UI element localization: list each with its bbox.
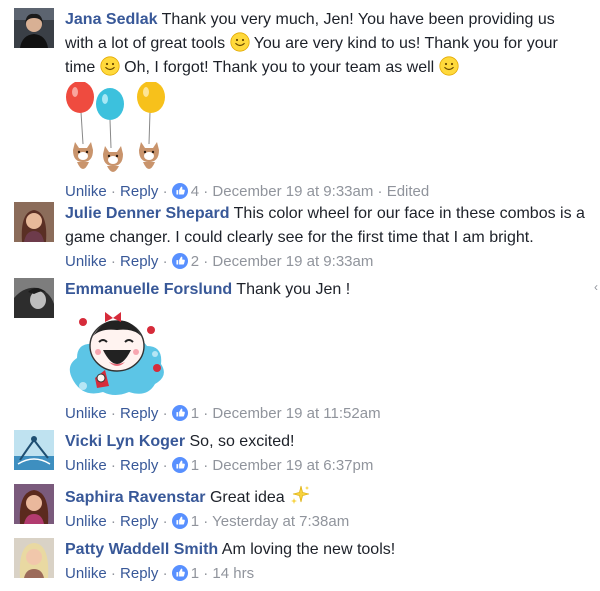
like-icon[interactable] [172, 183, 188, 199]
comment-author[interactable]: Vicki Lyn Koger [65, 433, 185, 450]
comment-author[interactable]: Emmanuelle Forslund [65, 281, 232, 298]
separator: · [162, 183, 168, 200]
timestamp[interactable]: December 19 at 9:33am [212, 183, 373, 200]
unlike-link[interactable]: Unlike [65, 253, 107, 270]
unlike-link[interactable]: Unlike [65, 183, 107, 200]
comment-author[interactable]: Julie Denner Shepard [65, 205, 230, 222]
separator: · [162, 253, 168, 270]
reply-link[interactable]: Reply [120, 183, 158, 200]
like-icon[interactable] [172, 513, 188, 529]
timestamp[interactable]: December 19 at 11:52am [212, 405, 380, 422]
separator: · [110, 565, 116, 582]
sparkles-icon [291, 485, 310, 504]
avatar[interactable] [14, 8, 54, 48]
comment-body: Julie Denner Shepard This color wheel fo… [65, 202, 585, 272]
unlike-link[interactable]: Unlike [65, 565, 107, 582]
separator: · [203, 457, 209, 474]
comment-body: Patty Waddell Smith Am loving the new to… [65, 538, 585, 584]
edited-label[interactable]: Edited [387, 183, 430, 200]
comment-body: Vicki Lyn Koger So, so excited! Unlike ·… [65, 430, 585, 476]
separator: · [377, 183, 383, 200]
separator: · [203, 183, 209, 200]
separator: · [110, 253, 116, 270]
comment-text: Great idea [209, 489, 285, 506]
avatar[interactable] [14, 430, 54, 470]
smiley-icon [439, 56, 459, 76]
reply-link[interactable]: Reply [120, 405, 158, 422]
timestamp[interactable]: December 19 at 6:37pm [212, 457, 373, 474]
smiley-icon [230, 32, 250, 52]
reply-link[interactable]: Reply [120, 253, 158, 270]
avatar[interactable] [14, 538, 54, 578]
comment-actions: Unlike · Reply · 1 · 14 hrs [65, 564, 585, 584]
separator: · [203, 513, 209, 530]
comment-author[interactable]: Jana Sedlak [65, 11, 158, 28]
comment-text: Oh, I forgot! Thank you to your team as … [124, 59, 435, 76]
comment-text: So, so excited! [189, 433, 295, 450]
separator: · [162, 457, 168, 474]
comment-body: Jana Sedlak Thank you very much, Jen! Yo… [65, 8, 585, 202]
reply-link[interactable]: Reply [120, 513, 158, 530]
separator: · [162, 513, 168, 530]
timestamp[interactable]: Yesterday at 7:38am [212, 513, 349, 530]
timestamp[interactable]: 14 hrs [212, 565, 254, 582]
avatar[interactable] [14, 484, 54, 524]
like-icon[interactable] [172, 253, 188, 269]
comment-actions: Unlike · Reply · 4 · December 19 at 9:33… [65, 182, 585, 202]
like-count[interactable]: 4 [191, 183, 199, 200]
unlike-link[interactable]: Unlike [65, 457, 107, 474]
avatar[interactable] [14, 278, 54, 318]
separator: · [203, 565, 209, 582]
unlike-link[interactable]: Unlike [65, 405, 107, 422]
reply-link[interactable]: Reply [120, 457, 158, 474]
comment-body: Emmanuelle Forslund Thank you Jen ! Unli… [65, 278, 585, 424]
smiley-icon [100, 56, 120, 76]
laughing-girl-sticker [69, 312, 164, 395]
separator: · [110, 457, 116, 474]
like-count[interactable]: 1 [191, 457, 199, 474]
separator: · [110, 183, 116, 200]
reply-link[interactable]: Reply [120, 565, 158, 582]
like-count[interactable]: 1 [191, 405, 199, 422]
like-count[interactable]: 1 [191, 565, 199, 582]
comment-body: Saphira Ravenstar Great idea Unlike · Re… [65, 484, 585, 532]
comment-actions: Unlike · Reply · 1 · December 19 at 11:5… [65, 404, 585, 424]
scroll-edge-indicator: ‹ [594, 280, 598, 294]
comment-author[interactable]: Saphira Ravenstar [65, 489, 206, 506]
separator: · [110, 405, 116, 422]
balloon-cats-sticker [66, 82, 165, 172]
unlike-link[interactable]: Unlike [65, 513, 107, 530]
comment-actions: Unlike · Reply · 2 · December 19 at 9:33… [65, 252, 585, 272]
comment-actions: Unlike · Reply · 1 · Yesterday at 7:38am [65, 512, 585, 532]
comment-text: Thank you Jen ! [236, 281, 351, 298]
separator: · [203, 405, 209, 422]
comment-text: Am loving the new tools! [221, 541, 396, 558]
separator: · [162, 565, 168, 582]
like-icon[interactable] [172, 457, 188, 473]
comment-author[interactable]: Patty Waddell Smith [65, 541, 218, 558]
comment-actions: Unlike · Reply · 1 · December 19 at 6:37… [65, 456, 585, 476]
separator: · [203, 253, 209, 270]
avatar[interactable] [14, 202, 54, 242]
like-icon[interactable] [172, 405, 188, 421]
like-count[interactable]: 2 [191, 253, 199, 270]
separator: · [110, 513, 116, 530]
timestamp[interactable]: December 19 at 9:33am [212, 253, 373, 270]
separator: · [162, 405, 168, 422]
like-count[interactable]: 1 [191, 513, 199, 530]
like-icon[interactable] [172, 565, 188, 581]
